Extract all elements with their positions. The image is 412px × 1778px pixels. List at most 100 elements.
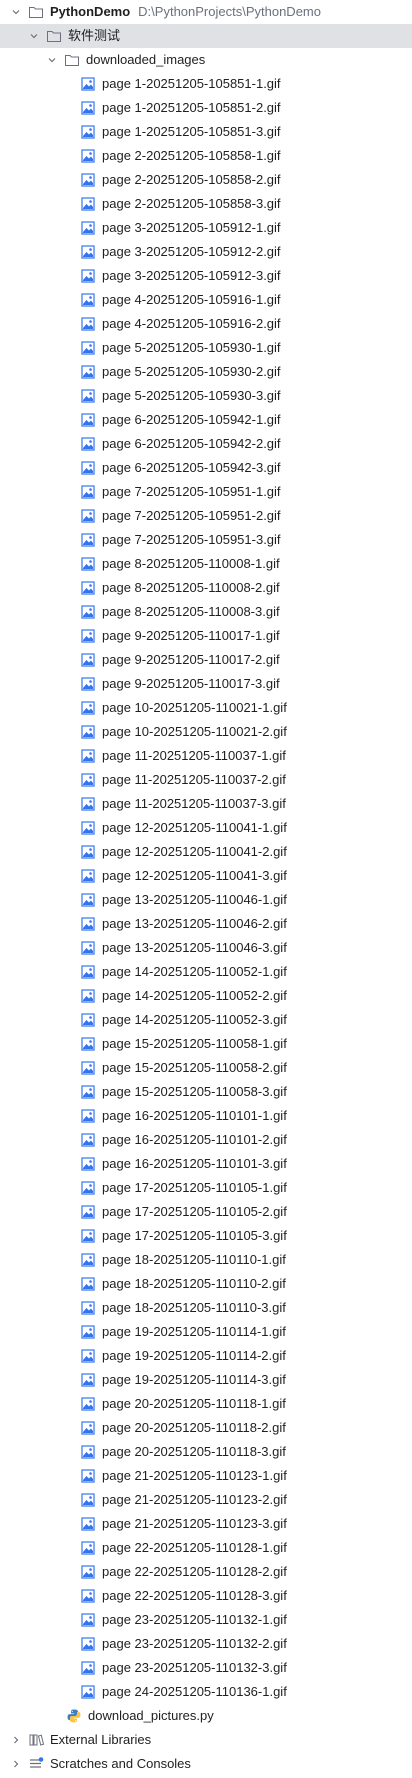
tree-row-project[interactable]: PythonDemo D:\PythonProjects\PythonDemo <box>0 0 412 24</box>
tree-row-file[interactable]: page 19-20251205-110114-3.gif <box>0 1368 412 1392</box>
chevron-right-icon[interactable] <box>8 1728 24 1752</box>
tree-row-file[interactable]: page 1-20251205-105851-1.gif <box>0 72 412 96</box>
tree-row-file[interactable]: page 5-20251205-105930-3.gif <box>0 384 412 408</box>
tree-row-file[interactable]: page 2-20251205-105858-3.gif <box>0 192 412 216</box>
tree-row-file[interactable]: page 5-20251205-105930-1.gif <box>0 336 412 360</box>
tree-row-file[interactable]: page 3-20251205-105912-1.gif <box>0 216 412 240</box>
tree-row-file[interactable]: page 15-20251205-110058-2.gif <box>0 1056 412 1080</box>
tree-row-file[interactable]: page 19-20251205-110114-1.gif <box>0 1320 412 1344</box>
tree-row-file[interactable]: page 1-20251205-105851-2.gif <box>0 96 412 120</box>
tree-row-file[interactable]: page 9-20251205-110017-3.gif <box>0 672 412 696</box>
tree-row-file[interactable]: page 6-20251205-105942-3.gif <box>0 456 412 480</box>
file-label: page 21-20251205-110123-1.gif <box>102 1468 287 1483</box>
tree-row-file[interactable]: page 20-20251205-110118-3.gif <box>0 1440 412 1464</box>
tree-row-file[interactable]: page 16-20251205-110101-1.gif <box>0 1104 412 1128</box>
tree-row-file[interactable]: page 18-20251205-110110-1.gif <box>0 1248 412 1272</box>
tree-row-file[interactable]: page 18-20251205-110110-2.gif <box>0 1272 412 1296</box>
tree-row-file[interactable]: page 23-20251205-110132-2.gif <box>0 1632 412 1656</box>
tree-row-file[interactable]: page 23-20251205-110132-1.gif <box>0 1608 412 1632</box>
image-file-icon <box>80 676 96 692</box>
tree-row-file[interactable]: page 16-20251205-110101-2.gif <box>0 1128 412 1152</box>
tree-row-file[interactable]: page 15-20251205-110058-3.gif <box>0 1080 412 1104</box>
tree-row-file[interactable]: page 6-20251205-105942-2.gif <box>0 432 412 456</box>
tree-row-file[interactable]: page 12-20251205-110041-1.gif <box>0 816 412 840</box>
image-file-icon <box>80 940 96 956</box>
tree-row-file[interactable]: page 13-20251205-110046-1.gif <box>0 888 412 912</box>
tree-row-file[interactable]: page 11-20251205-110037-3.gif <box>0 792 412 816</box>
image-file-icon <box>80 484 96 500</box>
tree-row-file[interactable]: page 6-20251205-105942-1.gif <box>0 408 412 432</box>
tree-row-file[interactable]: page 15-20251205-110058-1.gif <box>0 1032 412 1056</box>
tree-row-file[interactable]: page 3-20251205-105912-2.gif <box>0 240 412 264</box>
tree-row-file[interactable]: page 8-20251205-110008-1.gif <box>0 552 412 576</box>
tree-row-file[interactable]: page 21-20251205-110123-1.gif <box>0 1464 412 1488</box>
file-label: page 11-20251205-110037-2.gif <box>102 772 286 787</box>
tree-row-file[interactable]: page 9-20251205-110017-1.gif <box>0 624 412 648</box>
tree-row-file[interactable]: page 5-20251205-105930-2.gif <box>0 360 412 384</box>
tree-row-file[interactable]: page 16-20251205-110101-3.gif <box>0 1152 412 1176</box>
image-file-icon <box>80 1036 96 1052</box>
file-label: page 20-20251205-110118-2.gif <box>102 1420 286 1435</box>
tree-row-file[interactable]: page 10-20251205-110021-1.gif <box>0 696 412 720</box>
tree-row-file[interactable]: page 17-20251205-110105-3.gif <box>0 1224 412 1248</box>
tree-row-file[interactable]: page 17-20251205-110105-1.gif <box>0 1176 412 1200</box>
file-label: page 5-20251205-105930-1.gif <box>102 340 281 355</box>
tree-row-file[interactable]: page 9-20251205-110017-2.gif <box>0 648 412 672</box>
tree-row-file[interactable]: page 12-20251205-110041-2.gif <box>0 840 412 864</box>
tree-row-file[interactable]: page 19-20251205-110114-2.gif <box>0 1344 412 1368</box>
tree-row-file[interactable]: page 2-20251205-105858-1.gif <box>0 144 412 168</box>
tree-row-file[interactable]: page 1-20251205-105851-3.gif <box>0 120 412 144</box>
tree-row-file[interactable]: page 22-20251205-110128-1.gif <box>0 1536 412 1560</box>
image-file-icon <box>80 1396 96 1412</box>
tree-row-scratches[interactable]: Scratches and Consoles <box>0 1752 412 1776</box>
tree-row-file[interactable]: page 2-20251205-105858-2.gif <box>0 168 412 192</box>
tree-row-file[interactable]: page 8-20251205-110008-3.gif <box>0 600 412 624</box>
tree-row-folder-cn[interactable]: 软件测试 <box>0 24 412 48</box>
tree-row-file[interactable]: page 8-20251205-110008-2.gif <box>0 576 412 600</box>
tree-row-file[interactable]: page 10-20251205-110021-2.gif <box>0 720 412 744</box>
tree-row-file[interactable]: page 20-20251205-110118-2.gif <box>0 1416 412 1440</box>
tree-row-file[interactable]: page 14-20251205-110052-2.gif <box>0 984 412 1008</box>
tree-row-file[interactable]: page 3-20251205-105912-3.gif <box>0 264 412 288</box>
tree-row-python-file[interactable]: download_pictures.py <box>0 1704 412 1728</box>
image-file-icon <box>80 1372 96 1388</box>
image-file-icon <box>80 220 96 236</box>
file-label: page 16-20251205-110101-2.gif <box>102 1132 287 1147</box>
chevron-right-icon[interactable] <box>8 1752 24 1776</box>
tree-row-file[interactable]: page 4-20251205-105916-2.gif <box>0 312 412 336</box>
tree-row-file[interactable]: page 24-20251205-110136-1.gif <box>0 1680 412 1704</box>
image-file-icon <box>80 868 96 884</box>
tree-row-file[interactable]: page 7-20251205-105951-1.gif <box>0 480 412 504</box>
image-file-icon <box>80 1228 96 1244</box>
tree-row-file[interactable]: page 7-20251205-105951-3.gif <box>0 528 412 552</box>
tree-row-file[interactable]: page 11-20251205-110037-2.gif <box>0 768 412 792</box>
chevron-down-icon[interactable] <box>26 24 42 48</box>
tree-row-file[interactable]: page 17-20251205-110105-2.gif <box>0 1200 412 1224</box>
chevron-down-icon[interactable] <box>8 0 24 24</box>
tree-row-file[interactable]: page 7-20251205-105951-2.gif <box>0 504 412 528</box>
tree-row-file[interactable]: page 11-20251205-110037-1.gif <box>0 744 412 768</box>
tree-row-file[interactable]: page 14-20251205-110052-1.gif <box>0 960 412 984</box>
tree-row-file[interactable]: page 20-20251205-110118-1.gif <box>0 1392 412 1416</box>
folder-label: downloaded_images <box>86 52 206 67</box>
tree-row-file[interactable]: page 18-20251205-110110-3.gif <box>0 1296 412 1320</box>
tree-row-file[interactable]: page 4-20251205-105916-1.gif <box>0 288 412 312</box>
tree-row-file[interactable]: page 12-20251205-110041-3.gif <box>0 864 412 888</box>
tree-row-file[interactable]: page 14-20251205-110052-3.gif <box>0 1008 412 1032</box>
tree-row-file[interactable]: page 22-20251205-110128-3.gif <box>0 1584 412 1608</box>
tree-row-file[interactable]: page 23-20251205-110132-3.gif <box>0 1656 412 1680</box>
image-file-icon <box>80 1084 96 1100</box>
chevron-down-icon[interactable] <box>44 48 60 72</box>
tree-row-file[interactable]: page 13-20251205-110046-3.gif <box>0 936 412 960</box>
tree-row-external-libraries[interactable]: External Libraries <box>0 1728 412 1752</box>
tree-row-file[interactable]: page 13-20251205-110046-2.gif <box>0 912 412 936</box>
file-label: page 19-20251205-110114-1.gif <box>102 1324 286 1339</box>
file-label: page 24-20251205-110136-1.gif <box>102 1684 287 1699</box>
image-file-icon <box>80 244 96 260</box>
tree-row-file[interactable]: page 21-20251205-110123-2.gif <box>0 1488 412 1512</box>
tree-row-file[interactable]: page 22-20251205-110128-2.gif <box>0 1560 412 1584</box>
tree-row-folder-images[interactable]: downloaded_images <box>0 48 412 72</box>
image-file-icon <box>80 1636 96 1652</box>
tree-row-file[interactable]: page 21-20251205-110123-3.gif <box>0 1512 412 1536</box>
image-file-icon <box>80 1588 96 1604</box>
